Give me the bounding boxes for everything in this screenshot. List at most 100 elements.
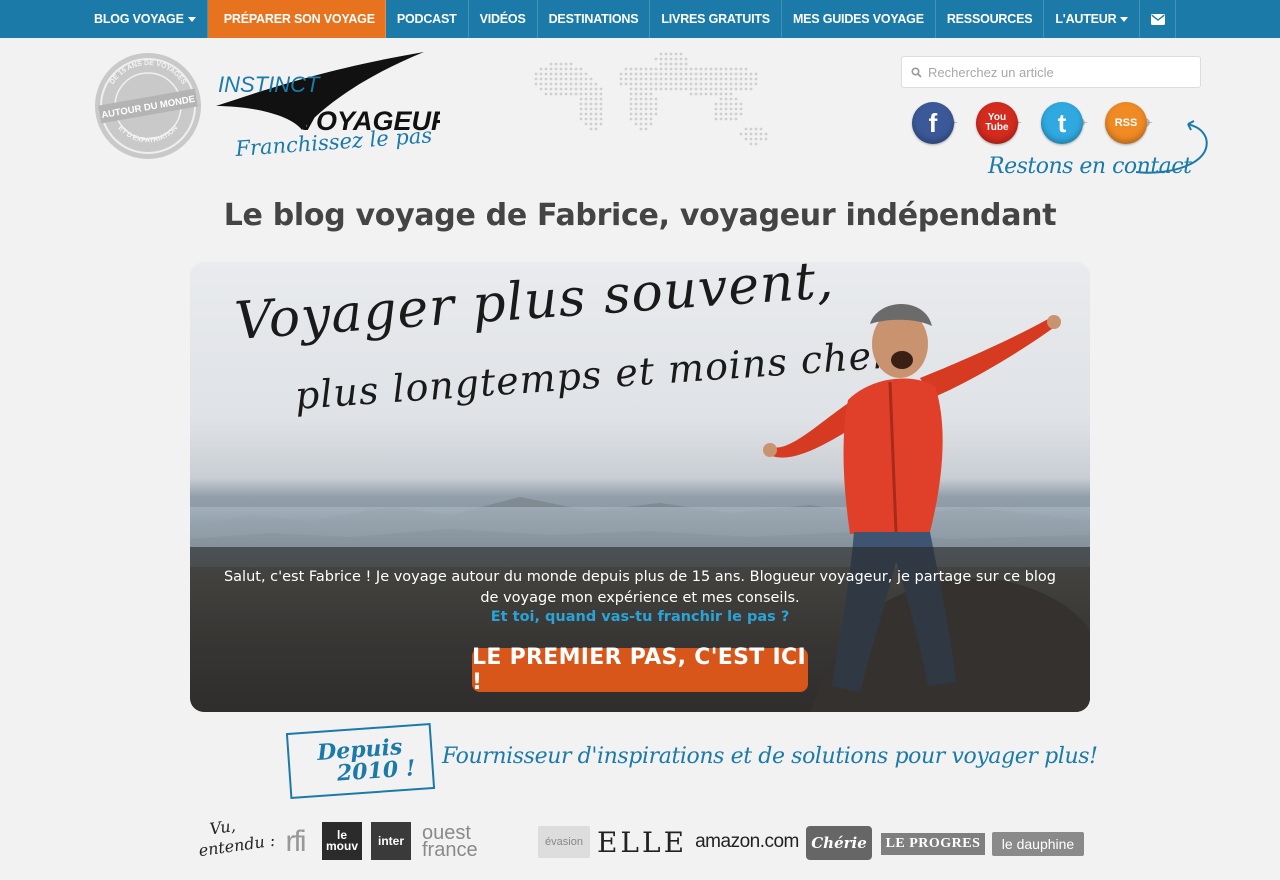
map-dot [639, 102, 643, 106]
map-dot [624, 72, 628, 76]
map-dot [719, 117, 723, 121]
map-dot [619, 72, 623, 76]
map-dot [554, 87, 558, 91]
map-dot [684, 72, 688, 76]
map-dot [544, 82, 548, 86]
map-dot [714, 112, 718, 116]
map-dot [549, 82, 553, 86]
map-dot [589, 77, 593, 81]
map-dot [599, 102, 603, 106]
map-dot [569, 67, 573, 71]
map-dot [729, 102, 733, 106]
nav-item-l-auteur[interactable]: L'AUTEUR [1044, 0, 1141, 38]
map-dot [739, 82, 743, 86]
nav-label: BLOG VOYAGE [94, 12, 184, 26]
map-dot [679, 57, 683, 61]
nav-item-podcast[interactable]: PODCAST [386, 0, 469, 38]
map-dot [669, 87, 673, 91]
map-dot [729, 107, 733, 111]
twitter-icon[interactable]: t [1041, 102, 1083, 144]
map-dot [624, 82, 628, 86]
map-dot [649, 72, 653, 76]
map-dot [709, 82, 713, 86]
map-dot [594, 117, 598, 121]
map-dot [564, 82, 568, 86]
map-dot [569, 82, 573, 86]
nav-item-blog-voyage[interactable]: BLOG VOYAGE [83, 0, 208, 38]
map-dot [719, 112, 723, 116]
map-dot [709, 67, 713, 71]
map-dot [634, 97, 638, 101]
map-dot [629, 92, 633, 96]
map-dot [649, 102, 653, 106]
map-dot [589, 107, 593, 111]
nav-item-mes-guides-voyage[interactable]: MES GUIDES VOYAGE [782, 0, 936, 38]
map-dot [719, 77, 723, 81]
map-dot [589, 82, 593, 86]
map-dot [719, 92, 723, 96]
map-dot [684, 87, 688, 91]
nav-item-videos[interactable]: VIDÉOS [469, 0, 538, 38]
map-dot [639, 77, 643, 81]
map-dot [619, 77, 623, 81]
nav-item-preparer-son-voyage[interactable]: PRÉPARER SON VOYAGE [207, 0, 386, 38]
map-dot [559, 82, 563, 86]
nav-item-contact-mail[interactable] [1140, 0, 1177, 38]
map-dot [709, 87, 713, 91]
map-dot [739, 132, 743, 136]
map-dot [644, 67, 648, 71]
nav-item-destinations[interactable]: DESTINATIONS [538, 0, 651, 38]
map-dot [634, 107, 638, 111]
map-dot [694, 72, 698, 76]
map-dot [584, 117, 588, 121]
map-dot [589, 102, 593, 106]
map-dot [544, 67, 548, 71]
map-dot [574, 87, 578, 91]
youtube-icon[interactable]: You Tube [976, 102, 1018, 144]
map-dot [594, 122, 598, 126]
map-dot [654, 102, 658, 106]
facebook-icon[interactable]: f [912, 102, 954, 144]
map-dot [699, 67, 703, 71]
map-dot [589, 117, 593, 121]
map-dot [584, 102, 588, 106]
map-dot [559, 92, 563, 96]
map-dot [644, 102, 648, 106]
logo-brand-line1: INSTINCT [218, 72, 321, 97]
nav-item-livres-gratuits[interactable]: LIVRES GRATUITS [650, 0, 782, 38]
map-dot [589, 122, 593, 126]
map-dot [584, 107, 588, 111]
search-input[interactable] [928, 64, 1188, 80]
nav-label: PRÉPARER SON VOYAGE [223, 12, 375, 26]
map-dot [654, 67, 658, 71]
map-dot [564, 67, 568, 71]
map-dot [674, 82, 678, 86]
map-dot [739, 107, 743, 111]
map-dot [584, 112, 588, 116]
map-dot [744, 87, 748, 91]
map-dot [644, 117, 648, 121]
map-dot [674, 72, 678, 76]
nav-item-ressources[interactable]: RESSOURCES [936, 0, 1045, 38]
map-dot [724, 72, 728, 76]
first-step-cta-button[interactable]: LE PREMIER PAS, C'EST ICI ! [472, 645, 808, 695]
map-dot [659, 77, 663, 81]
press-intro: Vu, entendu : [195, 811, 277, 861]
search-box[interactable] [901, 56, 1201, 88]
map-dot [654, 82, 658, 86]
map-dot [579, 87, 583, 91]
map-dot [589, 97, 593, 101]
map-dot [554, 67, 558, 71]
map-dot [569, 87, 573, 91]
hero-question-link[interactable]: Et toi, quand vas-tu franchir le pas ? [190, 609, 1090, 625]
map-dot [654, 72, 658, 76]
map-dot [724, 67, 728, 71]
site-logo[interactable]: INSTINCT VOYAGEUR Franchissez le pas ! [210, 48, 440, 166]
map-dot [749, 137, 753, 141]
map-dot [599, 122, 603, 126]
hero-banner: Voyager plus souvent, plus longtemps et … [190, 262, 1090, 712]
map-dot [664, 72, 668, 76]
map-dot [539, 87, 543, 91]
map-dot [634, 92, 638, 96]
map-dot [649, 107, 653, 111]
